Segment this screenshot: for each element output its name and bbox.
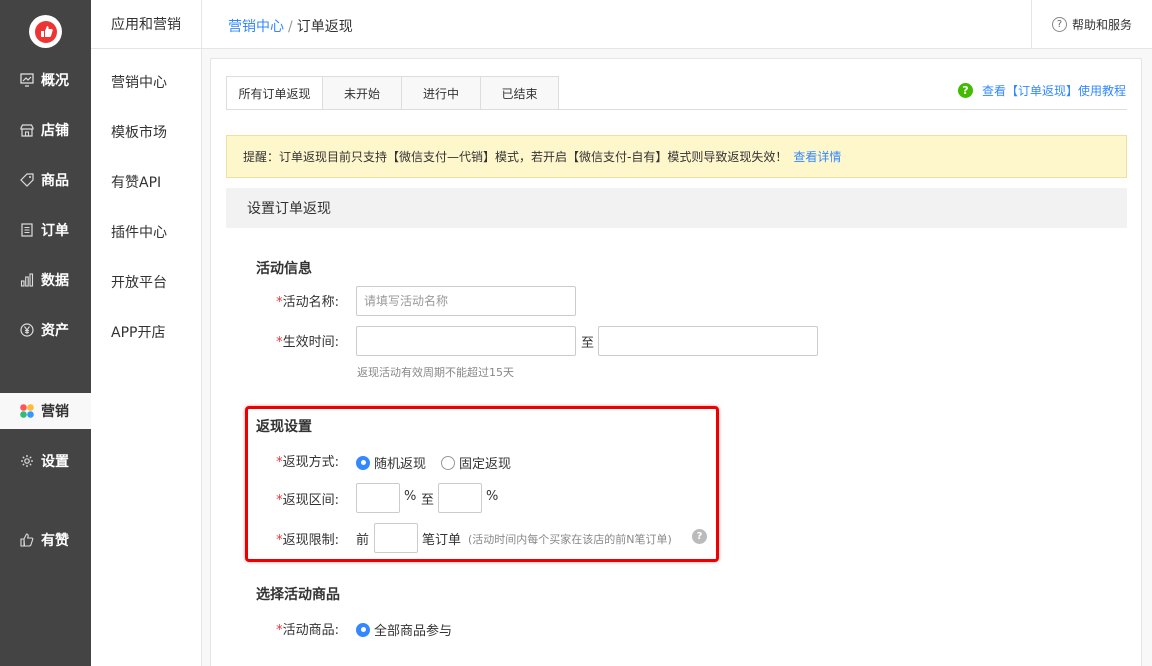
nav-item-assets[interactable]: 资产: [0, 312, 91, 348]
nav-item-goods[interactable]: 商品: [0, 162, 91, 198]
products-label: *活动商品:: [239, 619, 339, 638]
help-circle-icon: ?: [1052, 17, 1067, 32]
sidebar-item-marketing-center[interactable]: 营销中心: [111, 72, 167, 92]
activity-name-label: *活动名称:: [239, 291, 339, 310]
label-text: 返现限制:: [282, 533, 339, 548]
nav-item-label: 概况: [41, 73, 69, 89]
help-button[interactable]: ? 帮助和服务: [1031, 0, 1152, 49]
range-min-input[interactable]: [356, 483, 400, 513]
sidebar-item-template-market[interactable]: 模板市场: [111, 122, 167, 142]
tag-icon: [19, 172, 35, 188]
nav-item-settings[interactable]: 设置: [0, 443, 91, 479]
random-cashback-radio[interactable]: 随机返现: [356, 453, 426, 472]
label-text: 生效时间:: [282, 335, 339, 350]
nav-item-label: 商品: [41, 173, 69, 189]
limit-hint: (活动时间内每个买家在该店的前N笔订单): [468, 533, 672, 546]
time-range-separator: 至: [581, 336, 595, 351]
secondary-sidebar-title: 应用和营销: [91, 0, 201, 49]
radio-unchecked-icon: [441, 455, 455, 470]
limit-prefix: 前: [356, 533, 370, 548]
yen-icon: [19, 322, 35, 338]
nav-item-label: 店铺: [41, 123, 69, 139]
sidebar-item-app-store[interactable]: APP开店: [111, 322, 165, 342]
range-max-input[interactable]: [438, 483, 482, 513]
question-circle-icon: ?: [957, 83, 973, 98]
effective-time-label: *生效时间:: [239, 331, 339, 350]
all-products-radio[interactable]: 全部商品参与: [356, 620, 452, 639]
activity-info-title: 活动信息: [256, 261, 312, 277]
sidebar-item-open-platform[interactable]: 开放平台: [111, 272, 167, 292]
sidebar-item-plugin-center[interactable]: 插件中心: [111, 222, 167, 242]
nav-item-label: 设置: [41, 454, 69, 470]
breadcrumb-link[interactable]: 营销中心: [228, 19, 284, 35]
breadcrumb: 营销中心 / 订单返现: [228, 16, 353, 36]
dashboard-icon: [19, 72, 35, 88]
marketing-icon: [19, 403, 35, 419]
nav-item-marketing[interactable]: 营销: [0, 393, 91, 429]
tab-bar: 所有订单返现 未开始 进行中 已结束: [226, 76, 559, 110]
gear-icon: [19, 453, 35, 469]
breadcrumb-separator: /: [288, 19, 293, 35]
label-text: 返现区间:: [282, 493, 339, 508]
tab-not-started[interactable]: 未开始: [322, 76, 401, 110]
percent-sign: %: [486, 489, 499, 504]
select-products-title: 选择活动商品: [256, 587, 340, 603]
time-hint: 返现活动有效周期不能超过15天: [357, 366, 514, 379]
primary-sidebar: 概况 店铺 商品 订单 数据 资产 营销 设置 有赞: [0, 0, 91, 666]
tab-divider: [226, 109, 1127, 110]
top-header: 营销中心 / 订单返现 ? 帮助和服务: [202, 0, 1152, 49]
secondary-sidebar: 应用和营销 营销中心 模板市场 有赞API 插件中心 开放平台 APP开店: [91, 0, 202, 666]
bar-chart-icon: [19, 272, 35, 288]
nav-item-data[interactable]: 数据: [0, 262, 91, 298]
end-time-input[interactable]: [598, 326, 818, 356]
nav-item-label: 数据: [41, 273, 69, 289]
label-text: 活动名称:: [282, 295, 339, 310]
nav-item-store[interactable]: 店铺: [0, 112, 91, 148]
range-separator: 至: [421, 493, 435, 508]
section-title: 设置订单返现: [226, 188, 1127, 228]
main-panel: 所有订单返现 未开始 进行中 已结束 ? 查看【订单返现】使用教程 提醒：订单返…: [210, 58, 1142, 666]
cashback-settings-title: 返现设置: [256, 419, 312, 435]
notice-details-link[interactable]: 查看详情: [793, 148, 841, 165]
cashback-method-label: *返现方式:: [239, 451, 339, 470]
thumb-up-icon: [19, 532, 35, 548]
help-icon[interactable]: ?: [692, 529, 707, 544]
notice-banner: 提醒：订单返现目前只支持【微信支付—代销】模式，若开启【微信支付-自有】模式则导…: [226, 135, 1127, 178]
notice-text: 提醒：订单返现目前只支持【微信支付—代销】模式，若开启【微信支付-自有】模式则导…: [243, 150, 788, 164]
breadcrumb-current: 订单返现: [296, 19, 353, 35]
nav-item-label: 资产: [41, 323, 69, 339]
tutorial-label: 查看【订单返现】使用教程: [981, 84, 1126, 98]
radio-label: 全部商品参与: [374, 624, 453, 639]
nav-item-youzan[interactable]: 有赞: [0, 522, 91, 558]
order-limit-input[interactable]: [374, 523, 418, 553]
fixed-cashback-radio[interactable]: 固定返现: [441, 453, 511, 472]
cashback-range-label: *返现区间:: [239, 489, 339, 508]
store-icon: [19, 122, 35, 138]
start-time-input[interactable]: [356, 326, 576, 356]
cashback-limit-label: *返现限制:: [239, 529, 339, 548]
nav-item-orders[interactable]: 订单: [0, 212, 91, 248]
label-text: 活动商品:: [282, 623, 339, 638]
label-text: 返现方式:: [282, 455, 339, 470]
sidebar-item-api[interactable]: 有赞API: [111, 172, 161, 192]
help-label: 帮助和服务: [1072, 18, 1133, 32]
tutorial-link[interactable]: ? 查看【订单返现】使用教程: [957, 82, 1126, 99]
percent-sign: %: [404, 489, 417, 504]
radio-checked-icon: [356, 622, 370, 637]
radio-checked-icon: [356, 455, 370, 470]
nav-item-label: 营销: [41, 404, 69, 420]
tab-ended[interactable]: 已结束: [480, 76, 559, 110]
nav-item-overview[interactable]: 概况: [0, 62, 91, 98]
activity-name-input[interactable]: [356, 286, 576, 316]
tab-in-progress[interactable]: 进行中: [401, 76, 480, 110]
radio-label: 固定返现: [459, 457, 512, 472]
logo[interactable]: [29, 15, 62, 48]
limit-suffix: 笔订单: [422, 533, 462, 548]
nav-item-label: 有赞: [41, 533, 69, 549]
nav-item-label: 订单: [41, 223, 69, 239]
logo-icon: [34, 20, 57, 43]
tab-all[interactable]: 所有订单返现: [226, 76, 322, 110]
radio-label: 随机返现: [374, 457, 427, 472]
order-icon: [19, 222, 35, 238]
